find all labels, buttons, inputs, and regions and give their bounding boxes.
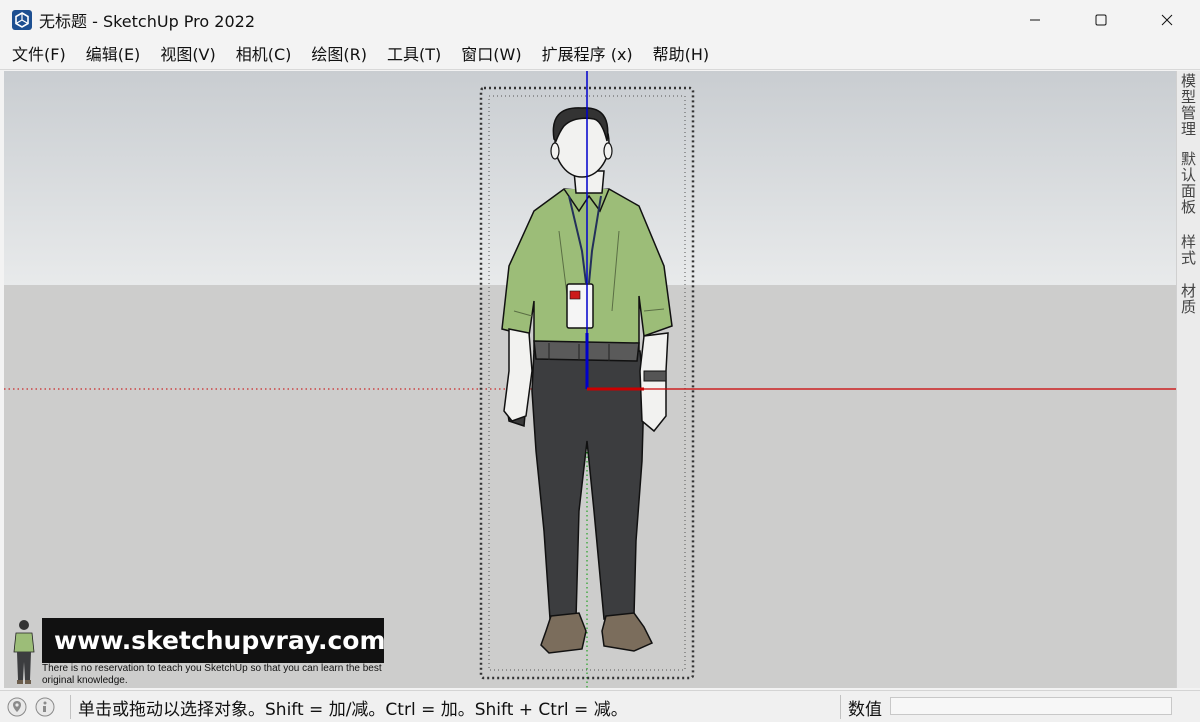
geo-location-icon[interactable] bbox=[6, 696, 28, 718]
menu-draw[interactable]: 绘图(R) bbox=[303, 41, 375, 69]
menu-extensions[interactable]: 扩展程序 (x) bbox=[534, 41, 641, 69]
close-icon bbox=[1161, 14, 1173, 26]
menu-tools[interactable]: 工具(T) bbox=[379, 41, 449, 69]
measurements-label: 数值 bbox=[848, 700, 882, 720]
watermark-url: www.sketchupvray.com bbox=[42, 618, 386, 663]
modeling-viewport[interactable] bbox=[4, 71, 1176, 688]
menu-bar: 文件(F) 编辑(E) 视图(V) 相机(C) 绘图(R) 工具(T) 窗口(W… bbox=[0, 40, 1200, 70]
menu-window[interactable]: 窗口(W) bbox=[453, 41, 529, 69]
tray-tab-materials[interactable]: 材质 bbox=[1179, 283, 1199, 315]
measurements-input[interactable] bbox=[890, 697, 1172, 715]
tray-tab-model-manager[interactable]: 模型管理 bbox=[1179, 73, 1199, 137]
watermark-figure-icon bbox=[13, 620, 35, 684]
status-hint: 单击或拖动以选择对象。Shift = 加/减。Ctrl = 加。Shift + … bbox=[78, 700, 628, 720]
default-tray: 模型管理 默认面板 样式 材质 bbox=[1176, 71, 1200, 688]
menu-edit[interactable]: 编辑(E) bbox=[78, 41, 149, 69]
minimize-icon bbox=[1030, 19, 1040, 21]
menu-view[interactable]: 视图(V) bbox=[152, 41, 223, 69]
minimize-button[interactable] bbox=[1002, 0, 1068, 40]
menu-file[interactable]: 文件(F) bbox=[4, 41, 74, 69]
status-bar: 单击或拖动以选择对象。Shift = 加/减。Ctrl = 加。Shift + … bbox=[0, 690, 1200, 722]
title-bar: 无标题 - SketchUp Pro 2022 bbox=[0, 0, 1200, 40]
scene-canvas bbox=[4, 71, 1176, 688]
tray-tab-styles[interactable]: 样式 bbox=[1179, 234, 1199, 266]
tray-tab-default-panel[interactable]: 默认面板 bbox=[1179, 151, 1199, 215]
close-button[interactable] bbox=[1134, 0, 1200, 40]
sketchup-icon bbox=[12, 10, 32, 30]
watermark-tagline: There is no reservation to teach you Ske… bbox=[42, 663, 382, 686]
credits-icon[interactable] bbox=[34, 696, 56, 718]
maximize-button[interactable] bbox=[1068, 0, 1134, 40]
menu-camera[interactable]: 相机(C) bbox=[228, 41, 300, 69]
status-separator bbox=[70, 695, 71, 719]
window-title: 无标题 - SketchUp Pro 2022 bbox=[39, 12, 255, 31]
status-separator bbox=[840, 695, 841, 719]
menu-help[interactable]: 帮助(H) bbox=[645, 41, 718, 69]
maximize-icon bbox=[1095, 14, 1107, 26]
